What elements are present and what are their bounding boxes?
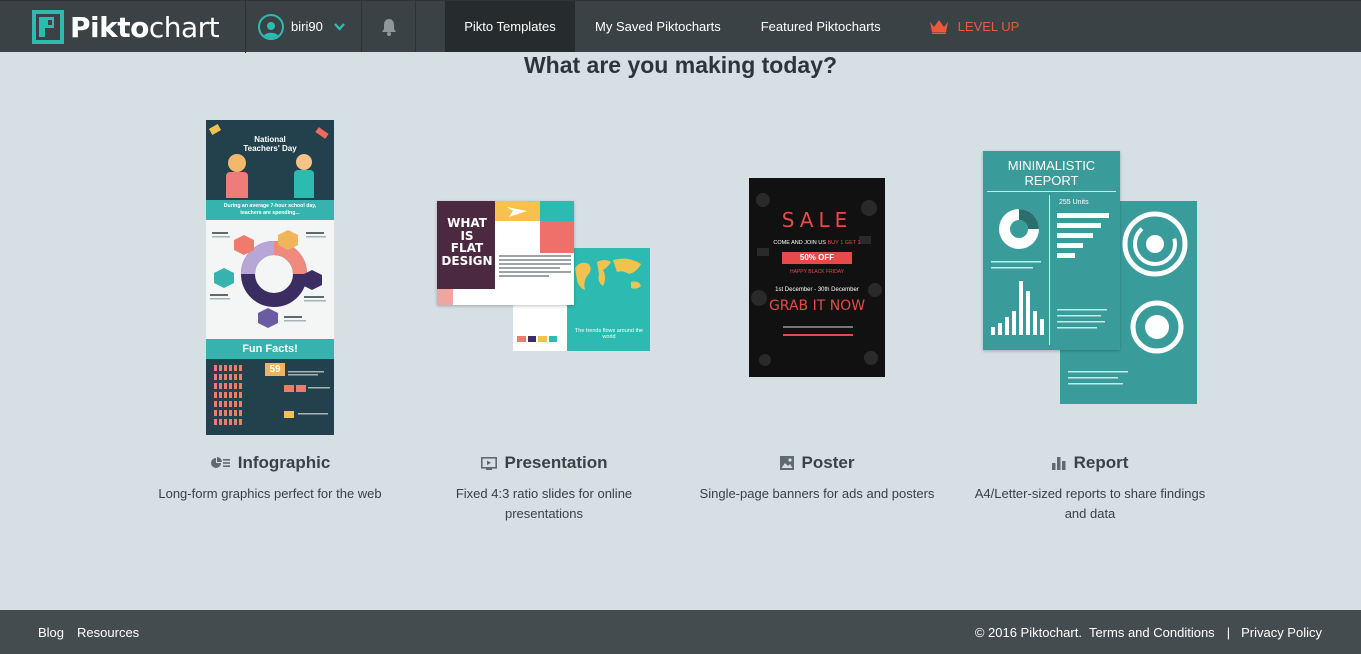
logo-text: Piktochart [70, 10, 220, 44]
page-title: What are you making today? [523, 52, 838, 78]
footer: Blog Resources © 2016 Piktochart. Terms … [0, 610, 1361, 654]
poster-detail-line [783, 326, 853, 328]
yellow-block [495, 201, 540, 221]
level-up-button[interactable]: LEVEL UP [929, 1, 1020, 52]
map-caption: The trends flows around the world [574, 328, 644, 340]
report-page-front: MINIMALISTIC REPORT 255 Units [983, 151, 1120, 350]
card-poster[interactable]: Poster Single-page banners for ads and p… [687, 453, 947, 504]
report-front-graphics [991, 195, 1109, 345]
poster-thumbnail[interactable]: SALE COME AND JOIN US BUY 1 GET 1 50% OF… [749, 178, 885, 377]
paper-plane-icon [507, 207, 527, 217]
fun-facts-section: 59 [206, 359, 334, 435]
teal-block [540, 201, 574, 221]
notifications-bell-icon[interactable] [362, 1, 416, 52]
tab-pikto-templates[interactable]: Pikto Templates [445, 1, 575, 52]
map-panel: The trends flows around the world [567, 248, 650, 351]
level-up-label: LEVEL UP [957, 19, 1020, 34]
card-description: Long-form graphics perfect for the web [158, 486, 382, 501]
presentation-thumbnail[interactable]: The trends flows around the world WHAT I… [437, 201, 651, 351]
infographic-title: National Teachers' Day [243, 135, 297, 153]
presentation-slide-front: WHAT IS FLAT DESIGN [437, 201, 574, 305]
user-icon [263, 21, 279, 38]
footer-link-resources[interactable]: Resources [77, 625, 139, 640]
card-title-label: Poster [801, 453, 855, 472]
piktochart-logo-icon [32, 10, 64, 44]
card-title-label: Presentation [504, 453, 608, 472]
color-swatches [517, 336, 557, 342]
tab-featured-piktocharts[interactable]: Featured Piktocharts [761, 1, 881, 52]
tab-my-saved-piktocharts[interactable]: My Saved Piktocharts [595, 1, 721, 52]
infographic-header: National Teachers' Day [206, 120, 334, 200]
decor-book [315, 127, 329, 139]
card-report[interactable]: Report A4/Letter-sized reports to share … [955, 453, 1225, 524]
poster-black-friday: HAPPY BLACK FRIDAY [790, 269, 844, 275]
report-thumbnail[interactable]: MINIMALISTIC REPORT 255 Units [983, 151, 1198, 405]
pink-block [437, 289, 453, 305]
bar-chart-icon [1051, 456, 1066, 470]
infographic-donut-chart [210, 230, 326, 328]
poster-dates: 1st December - 30th December [775, 287, 859, 293]
decor-pencil [208, 123, 222, 136]
footer-link-terms[interactable]: Terms and Conditions [1089, 625, 1215, 640]
footer-copyright: © 2016 Piktochart. [974, 624, 1082, 640]
teacher-figure-left [228, 154, 246, 172]
slide-title-panel: WHAT IS FLAT DESIGN [437, 201, 495, 289]
slide-title: WHAT IS FLAT DESIGN [441, 216, 493, 268]
infographic-icon [210, 457, 230, 468]
teacher-body-left [226, 172, 248, 198]
card-description: Single-page banners for ads and posters [699, 486, 935, 501]
card-report-title[interactable]: Report [955, 453, 1225, 473]
teacher-figure-right [296, 154, 312, 170]
teacher-body-right [294, 170, 314, 198]
card-poster-title[interactable]: Poster [687, 453, 947, 473]
world-map-icon [575, 258, 641, 290]
poster-grab-now: GRAB IT NOW [768, 298, 866, 314]
username: biri90 [291, 19, 323, 34]
card-title-label: Infographic [237, 453, 331, 472]
footer-link-privacy[interactable]: Privacy Policy [1241, 625, 1322, 640]
card-description: A4/Letter-sized reports to share finding… [974, 486, 1206, 521]
avatar [258, 13, 284, 40]
card-title-label: Report [1073, 453, 1129, 472]
infographic-banner: During an average 7-hour school day, tea… [206, 200, 334, 220]
piktochart-logo[interactable]: Piktochart [0, 1, 246, 53]
coral-block [540, 221, 574, 253]
card-infographic[interactable]: Infographic Long-form graphics perfect f… [140, 453, 400, 504]
fact-number: 59 [265, 363, 285, 376]
crown-icon [929, 20, 948, 34]
infographic-thumbnail[interactable]: National Teachers' Day During an average… [206, 120, 334, 435]
slide-body-text [499, 255, 571, 277]
card-infographic-title[interactable]: Infographic [140, 453, 400, 473]
card-presentation[interactable]: Presentation Fixed 4:3 ratio slides for … [429, 453, 659, 524]
footer-link-blog[interactable]: Blog [38, 625, 64, 640]
fun-facts-banner: Fun Facts! [206, 339, 334, 359]
poster-sale-title: SALE [781, 208, 853, 232]
presentation-icon [480, 456, 497, 470]
chevron-down-icon[interactable] [333, 20, 345, 34]
footer-separator: | [1226, 624, 1231, 640]
poster-discount: 50% OFF [782, 252, 852, 264]
user-menu[interactable]: biri90 [246, 1, 362, 52]
top-navbar: Piktochart biri90 Pikto Templates My Sav… [0, 0, 1361, 53]
card-description: Fixed 4:3 ratio slides for online presen… [455, 486, 633, 521]
card-presentation-title[interactable]: Presentation [429, 453, 659, 473]
poster-offer-line: COME AND JOIN US BUY 1 GET 1 [773, 240, 861, 246]
poster-detail-line-red [783, 334, 853, 336]
image-icon [779, 456, 794, 470]
